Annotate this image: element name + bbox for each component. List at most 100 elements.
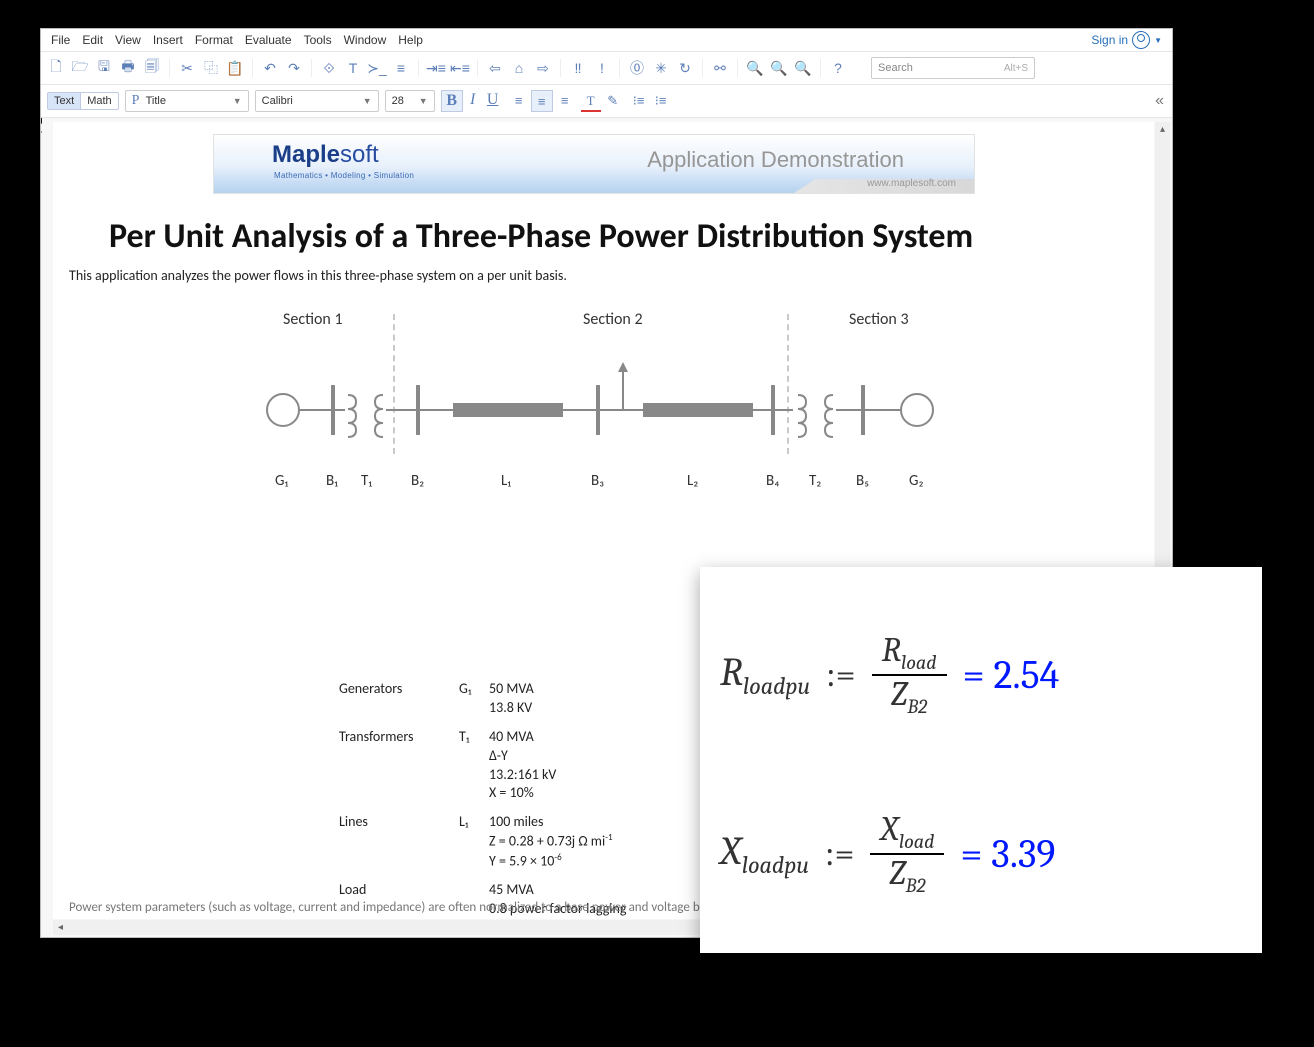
menu-view[interactable]: View bbox=[109, 31, 147, 49]
font-dropdown[interactable]: Calibri ▼ bbox=[255, 90, 379, 112]
help-icon[interactable]: ? bbox=[829, 59, 847, 77]
font-color-icon[interactable]: T bbox=[581, 91, 601, 111]
zoom-out-icon[interactable]: 🔍 bbox=[794, 59, 812, 77]
label-B2: B₂ bbox=[411, 472, 424, 490]
menu-format[interactable]: Format bbox=[189, 31, 239, 49]
home-icon[interactable]: ⌂ bbox=[510, 59, 528, 77]
user-menu-caret-icon[interactable]: ▼ bbox=[1154, 36, 1162, 45]
spec-generators-sym: G₁ bbox=[459, 680, 489, 718]
link-icon[interactable]: ⚯ bbox=[711, 59, 729, 77]
chevron-down-icon: ▼ bbox=[233, 96, 242, 106]
mode-math[interactable]: Math bbox=[81, 93, 117, 109]
menu-insert[interactable]: Insert bbox=[147, 31, 189, 49]
label-L1: L₁ bbox=[501, 472, 511, 490]
scroll-up-icon[interactable]: ▴ bbox=[1155, 122, 1170, 137]
label-G1: G₁ bbox=[275, 472, 288, 490]
insert-section-icon[interactable]: ≡ bbox=[392, 59, 410, 77]
label-T1: T₁ bbox=[361, 472, 372, 490]
menu-window[interactable]: Window bbox=[338, 31, 393, 49]
new-doc-icon[interactable]: 🗋 bbox=[47, 59, 65, 77]
execute-all-icon[interactable]: ‼ bbox=[569, 59, 587, 77]
page-description: This application analyzes the power flow… bbox=[69, 267, 1154, 284]
insert-group-icon[interactable]: ⟐ bbox=[320, 59, 338, 77]
mode-toggle[interactable]: Text Math bbox=[47, 92, 119, 110]
spec-lines-sym: L₁ bbox=[459, 813, 489, 871]
underline-button[interactable]: U bbox=[483, 90, 503, 110]
forward-icon[interactable]: ⇨ bbox=[534, 59, 552, 77]
print-icon[interactable]: 🖶 bbox=[119, 59, 137, 77]
insert-text-icon[interactable]: T bbox=[344, 59, 362, 77]
panel-splitter[interactable] bbox=[41, 118, 42, 138]
number-list-icon[interactable]: ⁝≡ bbox=[651, 91, 671, 111]
main-toolbar: 🗋 🗁 🖫 🖶 🗐 ✂ ⿻ 📋 ↶ ↷ ⟐ T ≻_ ≡ ⇥≡ ⇤≡ ⇦ ⌂ ⇨… bbox=[41, 52, 1172, 85]
align-right-icon[interactable]: ≡ bbox=[555, 90, 575, 110]
spec-transformers-label: Transformers bbox=[339, 728, 459, 804]
banner-tagline: Mathematics • Modeling • Simulation bbox=[274, 171, 414, 180]
undo-icon[interactable]: ↶ bbox=[261, 59, 279, 77]
save-icon[interactable]: 🖫 bbox=[95, 59, 113, 77]
copy-icon[interactable]: ⿻ bbox=[202, 59, 220, 77]
label-T2: T₂ bbox=[809, 472, 821, 490]
label-B5: B₅ bbox=[856, 472, 869, 490]
section2-label: Section 2 bbox=[583, 310, 643, 329]
search-shortcut-hint: Alt+S bbox=[1004, 63, 1028, 74]
circuit-diagram: Section 1 Section 2 Section 3 bbox=[253, 310, 973, 530]
font-size-dropdown[interactable]: 28 ▼ bbox=[385, 90, 435, 112]
zoom-reset-icon[interactable]: 🔍 bbox=[770, 59, 788, 77]
align-left-icon[interactable]: ≡ bbox=[509, 90, 529, 110]
spec-lines-label: Lines bbox=[339, 813, 459, 871]
paste-icon[interactable]: 📋 bbox=[226, 59, 244, 77]
equation-r-result: = 2.54 bbox=[963, 652, 1060, 698]
debug-icon[interactable]: ✳ bbox=[652, 59, 670, 77]
menu-help[interactable]: Help bbox=[392, 31, 429, 49]
banner: Maplesoft Mathematics • Modeling • Simul… bbox=[213, 134, 975, 194]
format-toolbar: Text Math P Title ▼ Calibri ▼ 28 ▼ B I U… bbox=[41, 85, 1172, 118]
scroll-left-icon[interactable]: ◂ bbox=[53, 920, 68, 935]
paragraph-style-dropdown[interactable]: P Title ▼ bbox=[125, 90, 249, 112]
stop-icon[interactable]: ⓪ bbox=[628, 59, 646, 77]
align-center-icon[interactable]: ≡ bbox=[531, 90, 553, 112]
insert-code-icon[interactable]: ≻_ bbox=[368, 59, 386, 77]
label-B1: B₁ bbox=[326, 472, 338, 490]
bold-button[interactable]: B bbox=[441, 90, 463, 112]
label-G2: G₂ bbox=[909, 472, 924, 490]
equation-xloadpu: Xloadpu := Xload ZB2 = 3.39 bbox=[720, 764, 1242, 943]
search-input[interactable]: Search Alt+S bbox=[871, 57, 1035, 79]
signin-link[interactable]: Sign in bbox=[1091, 33, 1128, 47]
section3-label: Section 3 bbox=[849, 310, 909, 329]
redo-icon[interactable]: ↷ bbox=[285, 59, 303, 77]
spec-transformers-sym: T₁ bbox=[459, 728, 489, 804]
cut-icon[interactable]: ✂ bbox=[178, 59, 196, 77]
spec-line-v2: Z = 0.28 + 0.73j Ω mi-1 bbox=[489, 832, 613, 852]
indent-icon[interactable]: ⇥≡ bbox=[427, 59, 445, 77]
equation-overlay: Rloadpu := Rload ZB2 = 2.54 Xloadpu := X… bbox=[700, 567, 1262, 953]
banner-site: www.maplesoft.com bbox=[867, 178, 956, 189]
user-icon[interactable] bbox=[1132, 31, 1150, 49]
spec-gen-v1: 50 MVA bbox=[489, 680, 534, 699]
italic-button[interactable]: I bbox=[463, 90, 483, 110]
label-B3: B₃ bbox=[591, 472, 604, 490]
highlight-icon[interactable]: ✎ bbox=[603, 91, 623, 111]
bullet-list-icon[interactable]: ⁝≡ bbox=[629, 91, 649, 111]
menu-file[interactable]: File bbox=[45, 31, 76, 49]
spec-xfmr-v2: Δ-Y bbox=[489, 747, 556, 766]
menu-evaluate[interactable]: Evaluate bbox=[239, 31, 298, 49]
execute-icon[interactable]: ! bbox=[593, 59, 611, 77]
spec-xfmr-v3: 13.2:161 kV bbox=[489, 766, 556, 785]
back-icon[interactable]: ⇦ bbox=[486, 59, 504, 77]
menu-edit[interactable]: Edit bbox=[76, 31, 109, 49]
zoom-in-icon[interactable]: 🔍 bbox=[746, 59, 764, 77]
menu-tools[interactable]: Tools bbox=[298, 31, 338, 49]
collapse-panel-icon[interactable]: « bbox=[1155, 92, 1164, 110]
spec-line-v1: 100 miles bbox=[489, 813, 613, 832]
label-B4: B₄ bbox=[766, 472, 780, 490]
open-icon[interactable]: 🗁 bbox=[71, 59, 89, 77]
restart-icon[interactable]: ↻ bbox=[676, 59, 694, 77]
outdent-icon[interactable]: ⇤≡ bbox=[451, 59, 469, 77]
label-L2: L₂ bbox=[687, 472, 698, 490]
menubar: File Edit View Insert Format Evaluate To… bbox=[41, 29, 1172, 52]
chevron-down-icon: ▼ bbox=[419, 96, 428, 106]
spec-xfmr-v4: X = 10% bbox=[489, 784, 556, 803]
print-preview-icon[interactable]: 🗐 bbox=[143, 59, 161, 77]
mode-text[interactable]: Text bbox=[48, 93, 81, 109]
